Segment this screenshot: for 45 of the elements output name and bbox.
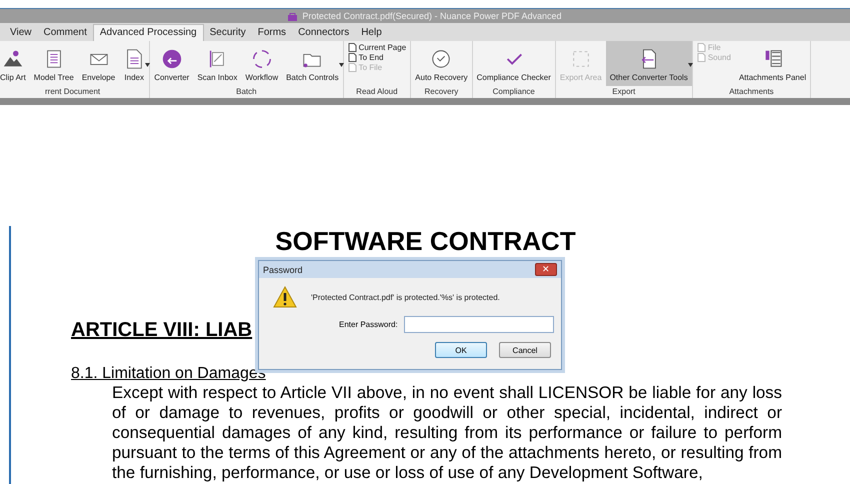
ribbon-button[interactable]: Batch Controls: [282, 41, 343, 86]
warning-icon: [273, 286, 297, 308]
dialog-title: Password: [263, 264, 303, 274]
close-button[interactable]: ✕: [535, 263, 557, 276]
group-label: Batch: [235, 86, 258, 98]
window-title: Protected Contract.pdf(Secured) - Nuance Power PDF Advanced: [302, 11, 562, 21]
menu-tab[interactable]: Help: [355, 25, 388, 41]
dialog-button[interactable]: OK: [435, 342, 487, 358]
menu-tab[interactable]: Forms: [252, 25, 292, 41]
ribbon-button[interactable]: Compliance Checker: [472, 41, 555, 86]
ribbon-button[interactable]: Other Converter Tools: [606, 41, 692, 86]
menu-tab[interactable]: Advanced Processing: [92, 24, 204, 41]
caret-icon: [338, 63, 344, 67]
password-field[interactable]: [404, 316, 554, 333]
field-label: Enter Password:: [339, 320, 398, 329]
article-heading: ARTICLE VIII: LIAB: [71, 319, 252, 342]
document-title: SOFTWARE CONTRACT: [274, 226, 577, 257]
group-label: rrent Document: [44, 86, 102, 98]
dialog-message: 'Protected Contract.pdf' is protected.'%s' is protected.: [311, 292, 500, 302]
menu-tab[interactable]: View: [4, 25, 38, 41]
ribbon-button[interactable]: Workflow: [241, 41, 282, 86]
menu-tab[interactable]: Comment: [38, 25, 93, 41]
ribbon-small-button[interactable]: Current Page: [348, 43, 406, 52]
group-label: Compliance: [492, 86, 536, 98]
ribbon-button[interactable]: Scan Inbox: [193, 41, 242, 86]
paragraph: Except with respect to Article VII above, in no event shall LICENSOR be liable for any loss of or damage to revenues, profits or goodwill or other special, incidental, indirect or consequential damages of any kind, resulting from its performance or failure to perform pursuant to the terms of this Agreement or any of the attachments hereto, or resulting from the furnishing, performance, or use or loss of use of any Development Software,: [112, 383, 782, 483]
cycle-arrows-icon: [250, 48, 273, 70]
group-label: Export: [611, 86, 636, 98]
group-label: Recovery: [423, 86, 460, 98]
ribbon-button[interactable]: Clip Art: [0, 41, 30, 86]
ribbon-button[interactable]: Converter: [150, 41, 194, 86]
caret-icon: [688, 63, 693, 67]
ribbon-button[interactable]: Index: [119, 41, 150, 86]
menu-tab[interactable]: Connectors: [292, 25, 356, 41]
ribbon-button[interactable]: Model Tree: [30, 41, 78, 86]
ribbon-button[interactable]: Auto Recovery: [411, 41, 472, 86]
group-label: Attachments: [728, 86, 775, 98]
caret-icon: [145, 63, 150, 67]
dialog-button[interactable]: Cancel: [499, 342, 551, 358]
ribbon-button[interactable]: Envelope: [78, 41, 120, 86]
menu-tab[interactable]: Security: [204, 25, 252, 41]
group-label: Read Aloud: [355, 86, 399, 98]
ribbon-small-button[interactable]: To End: [348, 53, 406, 62]
converter-icon: [160, 48, 183, 70]
ribbon-button[interactable]: Attachments Panel: [734, 41, 810, 86]
